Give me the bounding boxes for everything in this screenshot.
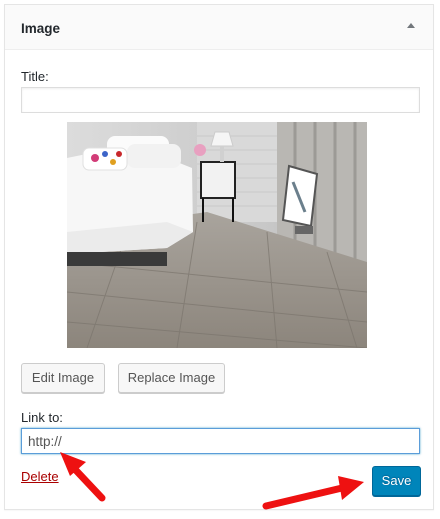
- save-button[interactable]: Save: [372, 466, 421, 496]
- bedroom-image: [67, 122, 367, 348]
- caret-up-icon[interactable]: [405, 19, 419, 33]
- title-label: Title:: [21, 69, 49, 84]
- title-input[interactable]: [21, 87, 420, 113]
- link-input[interactable]: [21, 428, 420, 454]
- widget-header[interactable]: Image: [5, 5, 433, 50]
- widget-title: Image: [21, 21, 61, 36]
- edit-image-button[interactable]: Edit Image: [21, 363, 105, 393]
- delete-link[interactable]: Delete: [21, 469, 59, 484]
- link-label: Link to:: [21, 410, 63, 425]
- replace-image-button[interactable]: Replace Image: [118, 363, 225, 393]
